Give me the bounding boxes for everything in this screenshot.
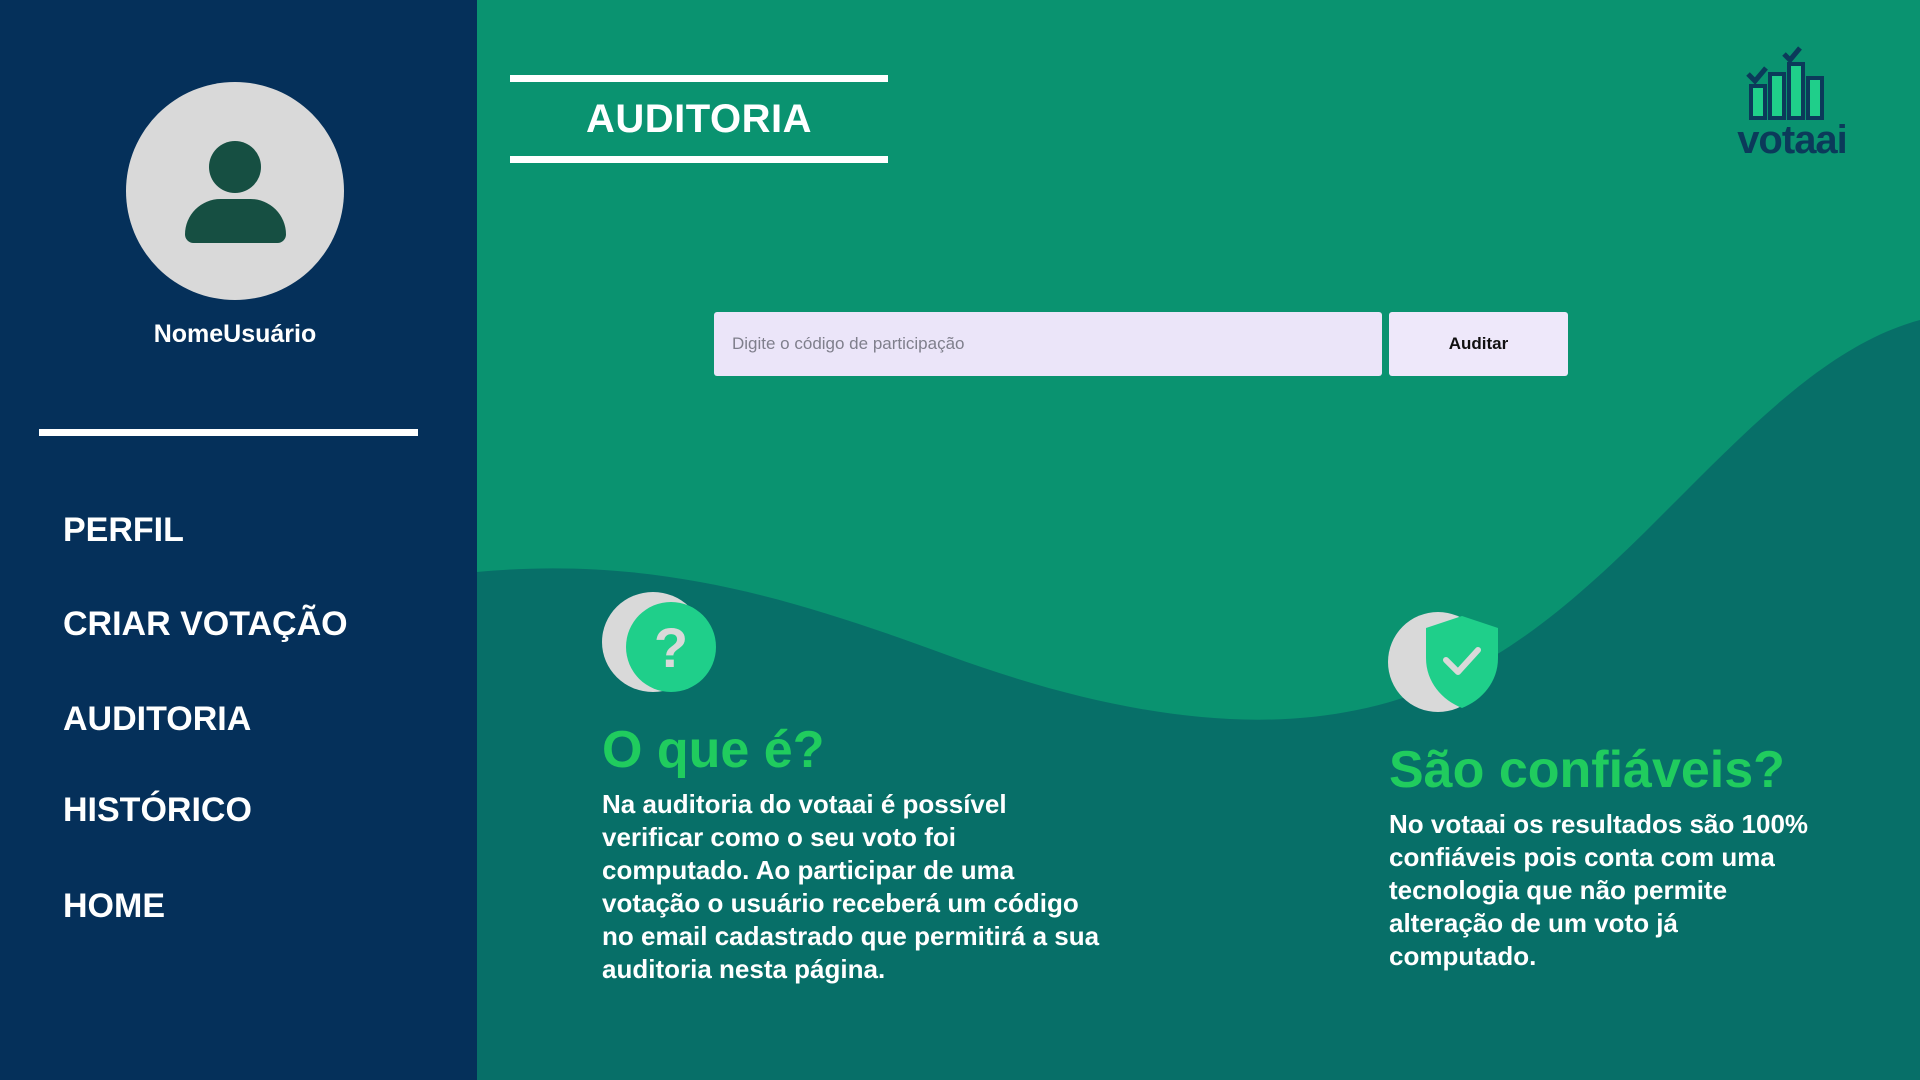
votaai-logo[interactable]: votaai: [1732, 46, 1852, 162]
info-heading-trust: São confiáveis?: [1389, 741, 1785, 799]
sidebar-item-home[interactable]: HOME: [63, 887, 165, 926]
sidebar-divider: [39, 429, 418, 436]
main-content: AUDITORIA votaai Auditar ? O que é? Na a…: [477, 0, 1920, 1080]
question-icon: ?: [602, 592, 722, 694]
audit-button[interactable]: Auditar: [1389, 312, 1568, 376]
sidebar-item-historico[interactable]: HISTÓRICO: [63, 791, 252, 830]
page-title: AUDITORIA: [586, 96, 812, 141]
avatar[interactable]: [126, 82, 344, 300]
info-text-what: Na auditoria do votaai é possível verifi…: [602, 789, 1100, 984]
info-heading-what: O que é?: [602, 721, 825, 779]
avatar-head: [209, 141, 261, 193]
sidebar-item-criar-votacao[interactable]: CRIAR VOTAÇÃO: [63, 605, 348, 644]
shield-check-icon: [1388, 612, 1508, 712]
sidebar-item-auditoria[interactable]: AUDITORIA: [63, 700, 251, 739]
info-text-trust: No votaai os resultados são 100% confiáv…: [1389, 809, 1809, 971]
username: NomeUsuário: [153, 320, 317, 348]
avatar-body: [185, 199, 286, 243]
logo-text: votaai: [1737, 118, 1848, 162]
sidebar-item-perfil[interactable]: PERFIL: [63, 511, 184, 550]
logo-bars-icon: [1746, 46, 1824, 120]
sidebar: NomeUsuário PERFIL CRIAR VOTAÇÃO AUDITOR…: [0, 0, 477, 1080]
page-title-box: AUDITORIA: [510, 75, 888, 163]
participation-code-input[interactable]: [714, 312, 1382, 376]
